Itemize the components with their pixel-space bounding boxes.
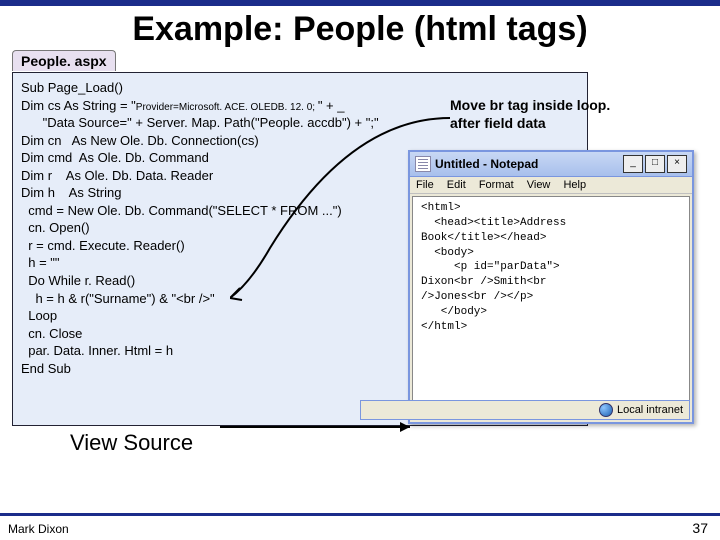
annotation-callout: Move br tag inside loop. after field dat… xyxy=(450,96,680,132)
globe-icon xyxy=(599,403,613,417)
notepad-text-area[interactable]: <html> <head><title>Address Book</title>… xyxy=(412,196,690,412)
code-l2a: Dim cs As String = " xyxy=(21,98,136,113)
view-source-label: View Source xyxy=(70,430,193,456)
code-l16: par. Data. Inner. Html = h xyxy=(21,343,173,358)
code-l17: End Sub xyxy=(21,361,71,376)
code-l12: Do While r. Read() xyxy=(21,273,135,288)
annotation-line1: Move br tag inside loop. xyxy=(450,97,610,113)
annotation-line2: after field data xyxy=(450,115,546,131)
code-l13: h = h & r("Surname") & "<br />" xyxy=(21,291,215,306)
notepad-icon xyxy=(415,156,431,172)
code-l1: Sub Page_Load() xyxy=(21,80,123,95)
page-number: 37 xyxy=(692,520,708,536)
top-rule xyxy=(0,0,720,6)
notepad-titlebar[interactable]: Untitled - Notepad _ □ × xyxy=(410,152,692,177)
code-l15: cn. Close xyxy=(21,326,82,341)
code-l9: cn. Open() xyxy=(21,220,90,235)
code-l10: r = cmd. Execute. Reader() xyxy=(21,238,185,253)
minimize-button[interactable]: _ xyxy=(623,155,643,173)
file-tab-label: People. aspx xyxy=(12,50,116,71)
author-name: Mark Dixon xyxy=(8,522,69,536)
close-button[interactable]: × xyxy=(667,155,687,173)
status-text: Local intranet xyxy=(617,404,683,416)
notepad-title-text: Untitled - Notepad xyxy=(435,157,538,171)
code-l7: Dim h As String xyxy=(21,185,121,200)
code-l14: Loop xyxy=(21,308,57,323)
menu-edit[interactable]: Edit xyxy=(447,179,466,191)
notepad-menubar[interactable]: File Edit Format View Help xyxy=(410,177,692,194)
code-l6: Dim r As Ole. Db. Data. Reader xyxy=(21,168,213,183)
code-l4: Dim cn As New Ole. Db. Connection(cs) xyxy=(21,133,259,148)
footer-rule xyxy=(0,513,720,516)
code-l11: h = "" xyxy=(21,255,60,270)
code-l5: Dim cmd As Ole. Db. Command xyxy=(21,150,209,165)
view-source-arrow xyxy=(220,420,420,434)
browser-status-bar: Local intranet xyxy=(360,400,690,420)
notepad-window[interactable]: Untitled - Notepad _ □ × File Edit Forma… xyxy=(408,150,694,424)
menu-file[interactable]: File xyxy=(416,179,434,191)
menu-view[interactable]: View xyxy=(527,179,551,191)
maximize-button[interactable]: □ xyxy=(645,155,665,173)
menu-help[interactable]: Help xyxy=(563,179,586,191)
slide-title: Example: People (html tags) xyxy=(0,10,720,49)
menu-format[interactable]: Format xyxy=(479,179,514,191)
